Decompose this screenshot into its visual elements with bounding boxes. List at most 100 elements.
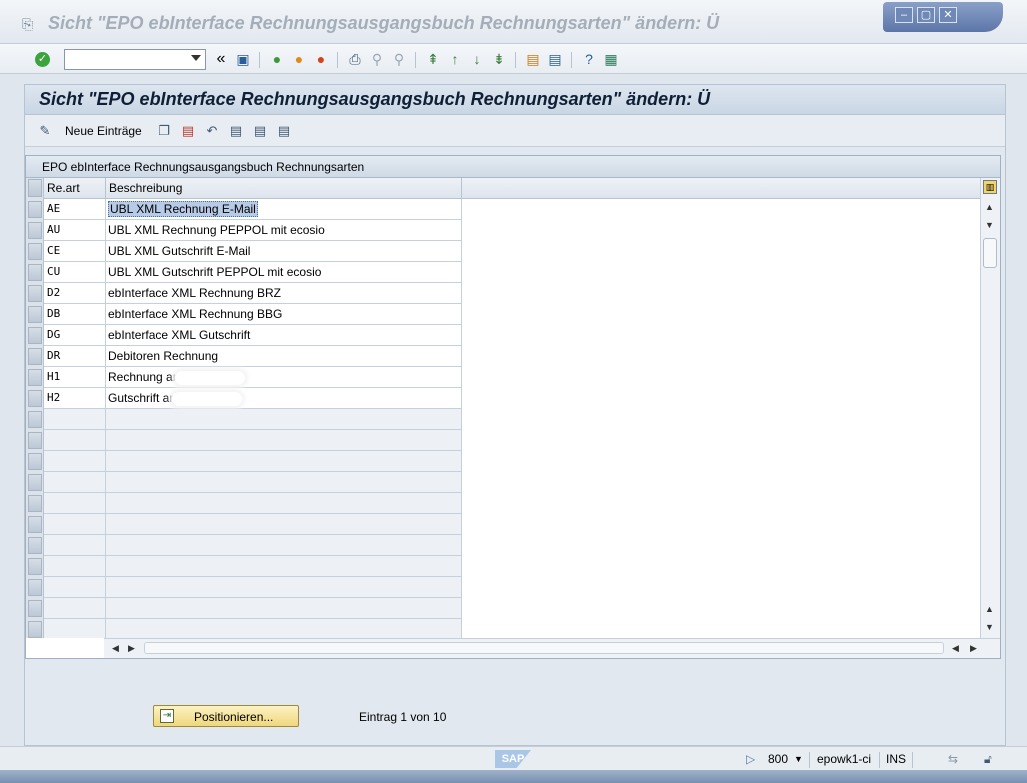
row-selector[interactable]	[28, 222, 42, 239]
empty-row[interactable]	[44, 409, 462, 430]
scroll-up-icon[interactable]: ▲	[985, 604, 994, 614]
row-selector[interactable]	[28, 369, 42, 386]
first-page-icon[interactable]: ⇞	[424, 50, 442, 68]
row-selector[interactable]	[28, 495, 42, 512]
row-selector[interactable]	[28, 537, 42, 554]
cell-beschreibung[interactable]: ebInterface XML Rechnung BRZ	[106, 283, 462, 303]
cell-reart[interactable]: H1	[44, 367, 106, 387]
table-row[interactable]: AE UBL XML Rechnung E-Mail	[44, 199, 462, 220]
row-selector[interactable]	[28, 579, 42, 596]
cell-reart[interactable]: DR	[44, 346, 106, 366]
cell-beschreibung[interactable]	[106, 535, 462, 555]
exit-icon[interactable]: ●	[290, 50, 308, 68]
empty-row[interactable]	[44, 535, 462, 556]
collapse-icon[interactable]: «	[212, 50, 230, 68]
table-row[interactable]: DR Debitoren Rechnung	[44, 346, 462, 367]
table-row[interactable]: CE UBL XML Gutschrift E-Mail	[44, 241, 462, 262]
undo-icon[interactable]: ↶	[204, 123, 220, 139]
empty-row[interactable]	[44, 493, 462, 514]
empty-row[interactable]	[44, 598, 462, 619]
cell-beschreibung[interactable]	[106, 430, 462, 450]
find-icon[interactable]: ⚲	[368, 50, 386, 68]
copy-icon[interactable]: ❐	[156, 123, 172, 139]
cell-reart[interactable]	[44, 430, 106, 450]
window-menu-icon[interactable]: ⎘	[22, 16, 38, 32]
row-selector[interactable]	[28, 264, 42, 281]
cell-beschreibung[interactable]: UBL XML Gutschrift PEPPOL mit ecosio	[106, 262, 462, 282]
cell-reart[interactable]	[44, 619, 106, 638]
column-header-beschreibung[interactable]: Beschreibung	[106, 178, 462, 199]
cell-beschreibung[interactable]	[106, 472, 462, 492]
maximize-button[interactable]: ▢	[917, 7, 935, 23]
table-row[interactable]: D2 ebInterface XML Rechnung BRZ	[44, 283, 462, 304]
cell-reart[interactable]	[44, 493, 106, 513]
previous-page-icon[interactable]: ↑	[446, 50, 464, 68]
scroll-up-icon[interactable]: ▲	[985, 202, 994, 212]
row-selector[interactable]	[28, 432, 42, 449]
position-button[interactable]: ⇥ Positionieren...	[153, 705, 299, 727]
insert-mode[interactable]: INS	[886, 752, 906, 766]
select-all-icon[interactable]: ▤	[228, 123, 244, 139]
status-expand-icon[interactable]: ▷	[746, 752, 755, 766]
cell-reart[interactable]: DG	[44, 325, 106, 345]
deselect-all-icon[interactable]: ▤	[276, 123, 292, 139]
scroll-down-icon[interactable]: ▼	[985, 622, 994, 632]
table-row[interactable]: H2 Gutschrift an	[44, 388, 462, 409]
table-row[interactable]: DG ebInterface XML Gutschrift	[44, 325, 462, 346]
cell-beschreibung[interactable]	[106, 556, 462, 576]
cell-beschreibung[interactable]: Rechnung an	[106, 367, 462, 387]
layout-menu-icon[interactable]: ▦	[602, 50, 620, 68]
scroll-right-icon[interactable]: ▶	[128, 643, 135, 654]
cell-beschreibung[interactable]: ebInterface XML Rechnung BBG	[106, 304, 462, 324]
find-next-icon[interactable]: ⚲	[390, 50, 408, 68]
delete-icon[interactable]: ▤	[180, 123, 196, 139]
create-session-icon[interactable]: ▤	[524, 50, 542, 68]
last-page-icon[interactable]: ⇟	[490, 50, 508, 68]
print-icon[interactable]: ⎙	[346, 50, 364, 68]
cell-reart[interactable]	[44, 472, 106, 492]
cell-beschreibung[interactable]	[106, 493, 462, 513]
empty-row[interactable]	[44, 556, 462, 577]
cell-beschreibung[interactable]: UBL XML Rechnung PEPPOL mit ecosio	[106, 220, 462, 240]
shortcut-icon[interactable]: ▤	[546, 50, 564, 68]
cell-reart[interactable]: AU	[44, 220, 106, 240]
scroll-down-icon[interactable]: ▼	[985, 220, 994, 230]
row-selector[interactable]	[28, 558, 42, 575]
empty-row[interactable]	[44, 514, 462, 535]
row-selector[interactable]	[28, 243, 42, 260]
display-change-icon[interactable]: ✎	[37, 123, 53, 139]
column-configuration-icon[interactable]: ▥	[983, 180, 997, 194]
cell-beschreibung[interactable]: Debitoren Rechnung	[106, 346, 462, 366]
empty-row[interactable]	[44, 619, 462, 638]
empty-row[interactable]	[44, 577, 462, 598]
select-all-cell[interactable]	[28, 179, 42, 197]
row-selector[interactable]	[28, 390, 42, 407]
cell-beschreibung[interactable]: UBL XML Gutschrift E-Mail	[106, 241, 462, 261]
empty-row[interactable]	[44, 430, 462, 451]
cell-beschreibung[interactable]: Gutschrift an	[106, 388, 462, 408]
cell-beschreibung[interactable]	[106, 619, 462, 638]
row-selector[interactable]	[28, 411, 42, 428]
cell-beschreibung-text[interactable]: Rechnung an	[108, 370, 179, 384]
cell-beschreibung-text[interactable]: Gutschrift an	[108, 391, 176, 405]
cell-beschreibung-text[interactable]: UBL XML Rechnung E-Mail	[108, 201, 258, 217]
cell-reart[interactable]	[44, 598, 106, 618]
back-icon[interactable]: ●	[268, 50, 286, 68]
cell-beschreibung[interactable]: UBL XML Rechnung E-Mail	[106, 199, 462, 219]
enter-icon[interactable]: ✓	[35, 52, 50, 67]
empty-row[interactable]	[44, 472, 462, 493]
chevron-down-icon[interactable]	[191, 55, 201, 61]
row-selector[interactable]	[28, 621, 42, 638]
cell-reart[interactable]	[44, 451, 106, 471]
cell-reart[interactable]	[44, 535, 106, 555]
row-selector[interactable]	[28, 453, 42, 470]
scroll-left-icon[interactable]: ◀	[952, 643, 959, 654]
select-block-icon[interactable]: ▤	[252, 123, 268, 139]
vertical-scrollbar[interactable]: ▥ ▲ ▼ ▲ ▼	[980, 178, 1000, 638]
minimize-button[interactable]: –	[895, 7, 913, 23]
lock-icon[interactable]: 🔓︎	[984, 752, 992, 767]
row-selector[interactable]	[28, 516, 42, 533]
save-icon[interactable]: ▣	[234, 50, 252, 68]
cell-beschreibung[interactable]	[106, 577, 462, 597]
row-selector[interactable]	[28, 348, 42, 365]
